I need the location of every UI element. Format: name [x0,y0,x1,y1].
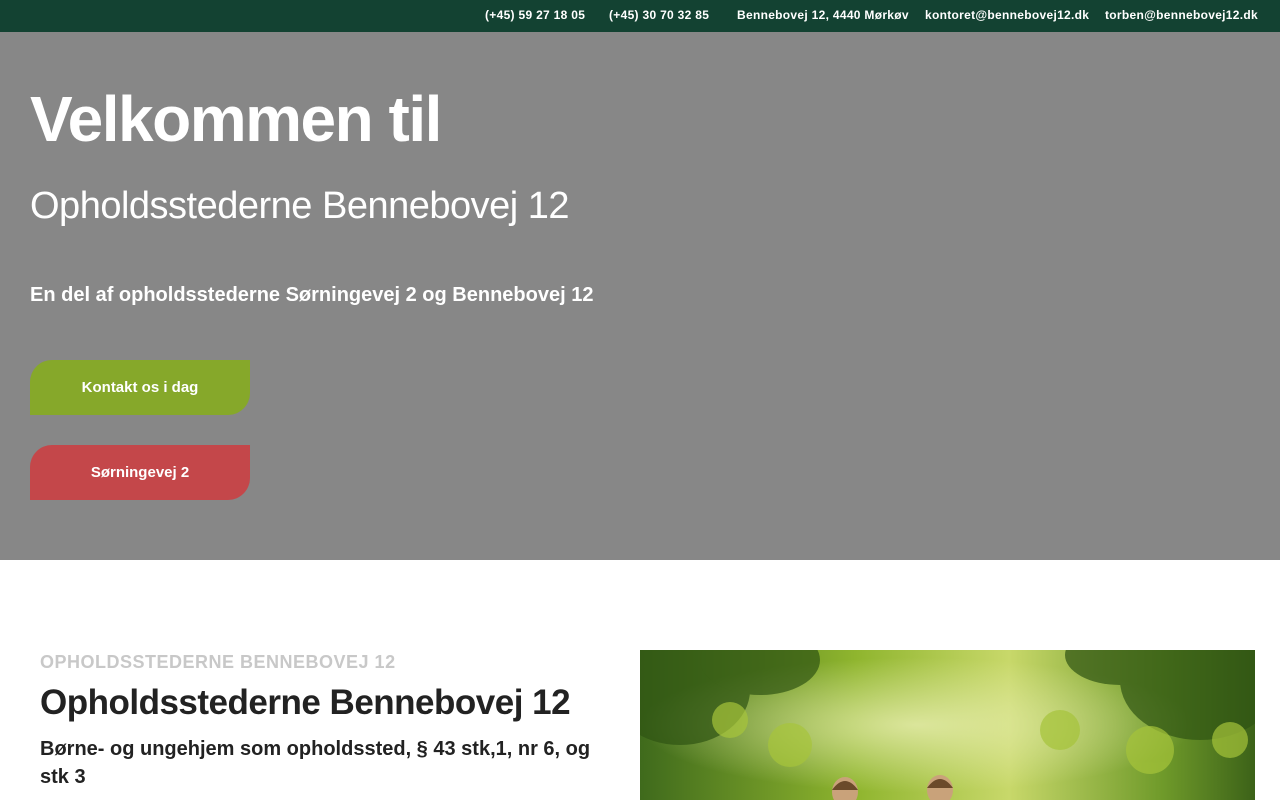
intro-section: Opholdsstederne Bennebovej 12 Opholdsste… [0,560,1280,800]
contact-us-button[interactable]: Kontakt os i dag [30,360,250,415]
phone-link-1[interactable]: (+45) 59 27 18 05 [485,0,585,32]
top-contact-bar: (+45) 59 27 18 05 (+45) 30 70 32 85 Benn… [0,0,1280,32]
hero-title: Velkommen til [30,83,442,155]
email-link-kontoret[interactable]: kontoret@bennebovej12.dk [925,0,1089,32]
hero-section: Velkommen til Opholdsstederne Bennebovej… [0,32,1280,560]
phone-link-2[interactable]: (+45) 30 70 32 85 [609,0,709,32]
address-link[interactable]: Bennebovej 12, 4440 Mørkøv [737,0,909,32]
sorningevej-button[interactable]: Sørningevej 2 [30,445,250,500]
email-link-torben[interactable]: torben@bennebovej12.dk [1105,0,1258,32]
hero-tagline: En del af opholdsstederne Sørningevej 2 … [30,284,594,306]
children-in-nature-photo [640,650,1255,800]
section-eyebrow: Opholdsstederne Bennebovej 12 [40,652,396,672]
section-subtitle: Børne- og ungehjem som opholdssted, § 43… [40,738,591,788]
section-title: Opholdsstederne Bennebovej 12 [40,683,571,722]
hero-subtitle: Opholdsstederne Bennebovej 12 [30,185,570,227]
